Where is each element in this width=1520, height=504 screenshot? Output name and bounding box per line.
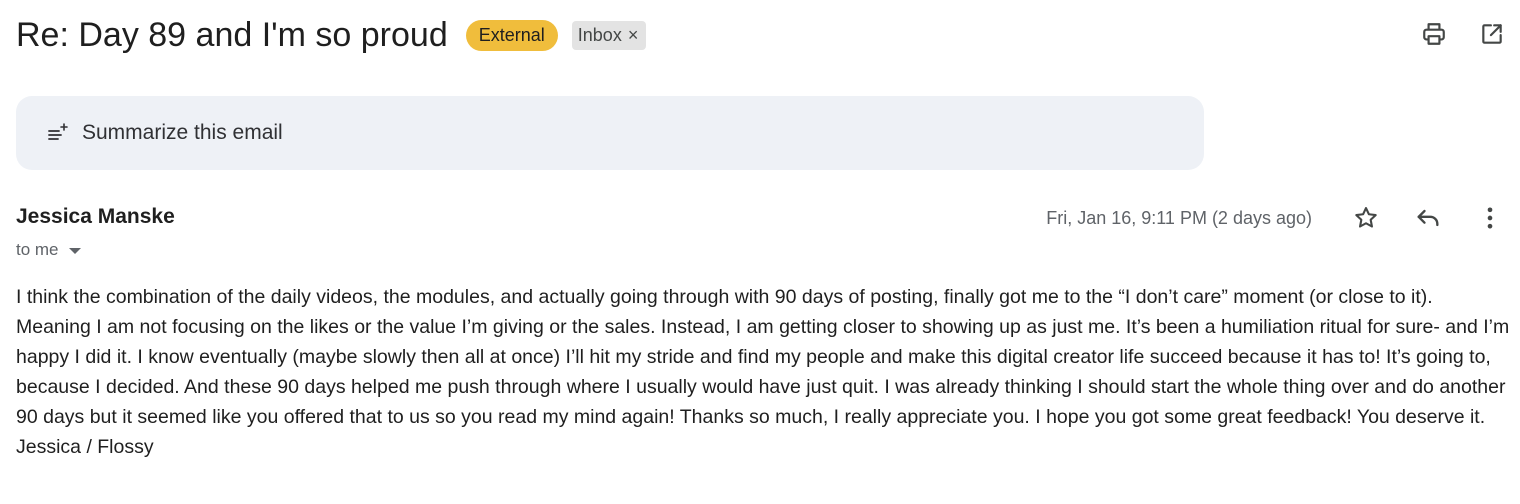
summarize-label: Summarize this email [82, 121, 283, 144]
more-options-button[interactable] [1476, 204, 1504, 232]
message-date: Fri, Jan 16, 9:11 PM (2 days ago) [1046, 207, 1312, 228]
star-button[interactable] [1352, 204, 1380, 232]
external-badge: External [465, 19, 558, 51]
message-body: I think the combination of the daily vid… [16, 282, 1512, 462]
remove-label-icon[interactable]: × [628, 24, 639, 46]
print-button[interactable] [1420, 20, 1448, 48]
top-actions [1420, 20, 1506, 48]
reply-button[interactable] [1414, 204, 1442, 232]
open-in-new-window-button[interactable] [1478, 20, 1506, 48]
inbox-label-text: Inbox [577, 24, 622, 45]
inbox-label[interactable]: Inbox × [571, 20, 647, 50]
more-vertical-icon [1487, 207, 1493, 229]
print-icon [1423, 23, 1445, 45]
sparkle-lines-icon [48, 123, 68, 140]
sender-name[interactable]: Jessica Manske [16, 205, 175, 229]
recipient-label: to me [16, 240, 59, 259]
summarize-email-button[interactable]: Summarize this email [16, 96, 1204, 170]
subject-row: Re: Day 89 and I'm so proud External Inb… [16, 12, 647, 58]
message-meta: Fri, Jan 16, 9:11 PM (2 days ago) [1046, 204, 1504, 232]
message-body-text: I think the combination of the daily vid… [16, 286, 1510, 428]
recipient-details-toggle[interactable]: to me [16, 240, 81, 260]
email-subject: Re: Day 89 and I'm so proud [16, 15, 448, 54]
message-signature: Jessica / Flossy [16, 436, 154, 458]
open-in-new-window-icon [1482, 24, 1502, 44]
caret-down-icon [68, 248, 81, 254]
reply-icon [1417, 209, 1439, 227]
star-icon [1355, 207, 1377, 228]
